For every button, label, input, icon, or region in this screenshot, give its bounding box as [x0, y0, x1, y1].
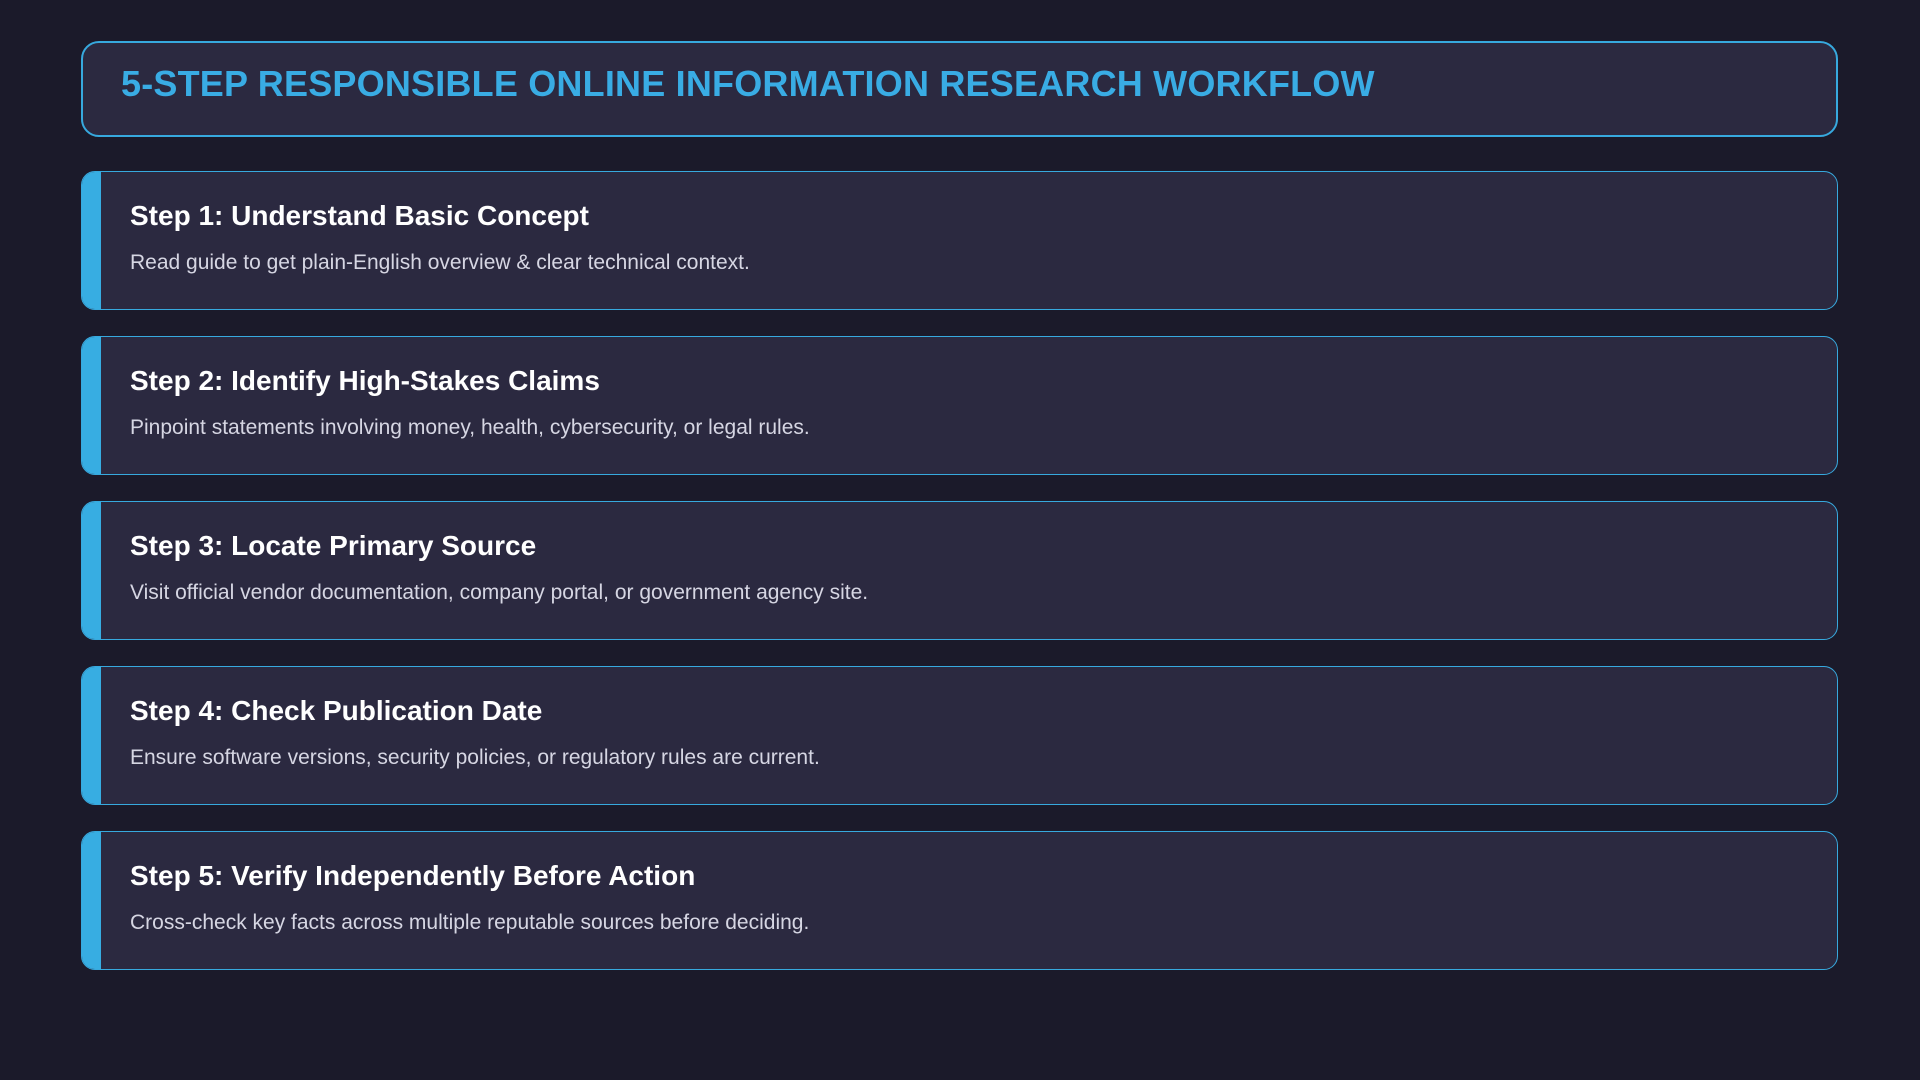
step-card-3: Step 3: Locate Primary Source Visit offi…: [81, 501, 1838, 640]
step-description: Read guide to get plain-English overview…: [130, 251, 750, 274]
step-description: Cross-check key facts across multiple re…: [130, 911, 810, 934]
step-title: Step 2: Identify High-Stakes Claims: [130, 365, 600, 396]
step-card-1: Step 1: Understand Basic Concept Read gu…: [81, 171, 1838, 310]
step-card-5: Step 5: Verify Independently Before Acti…: [81, 831, 1838, 970]
step-accent-bar: [82, 832, 101, 969]
title-box: 5-STEP RESPONSIBLE ONLINE INFORMATION RE…: [81, 41, 1838, 137]
steps-list: Step 1: Understand Basic Concept Read gu…: [81, 171, 1838, 996]
step-accent-bar: [82, 172, 101, 309]
step-card-2: Step 2: Identify High-Stakes Claims Pinp…: [81, 336, 1838, 475]
step-description: Pinpoint statements involving money, hea…: [130, 416, 810, 439]
step-title: Step 3: Locate Primary Source: [130, 530, 537, 561]
step-title: Step 5: Verify Independently Before Acti…: [130, 860, 696, 891]
step-accent-bar: [82, 337, 101, 474]
step-description: Visit official vendor documentation, com…: [130, 581, 869, 604]
step-accent-bar: [82, 502, 101, 639]
step-card-4: Step 4: Check Publication Date Ensure so…: [81, 666, 1838, 805]
step-accent-bar: [82, 667, 101, 804]
step-title: Step 4: Check Publication Date: [130, 695, 543, 726]
step-description: Ensure software versions, security polic…: [130, 746, 820, 769]
step-title: Step 1: Understand Basic Concept: [130, 200, 589, 231]
page-title: 5-STEP RESPONSIBLE ONLINE INFORMATION RE…: [121, 63, 1375, 104]
